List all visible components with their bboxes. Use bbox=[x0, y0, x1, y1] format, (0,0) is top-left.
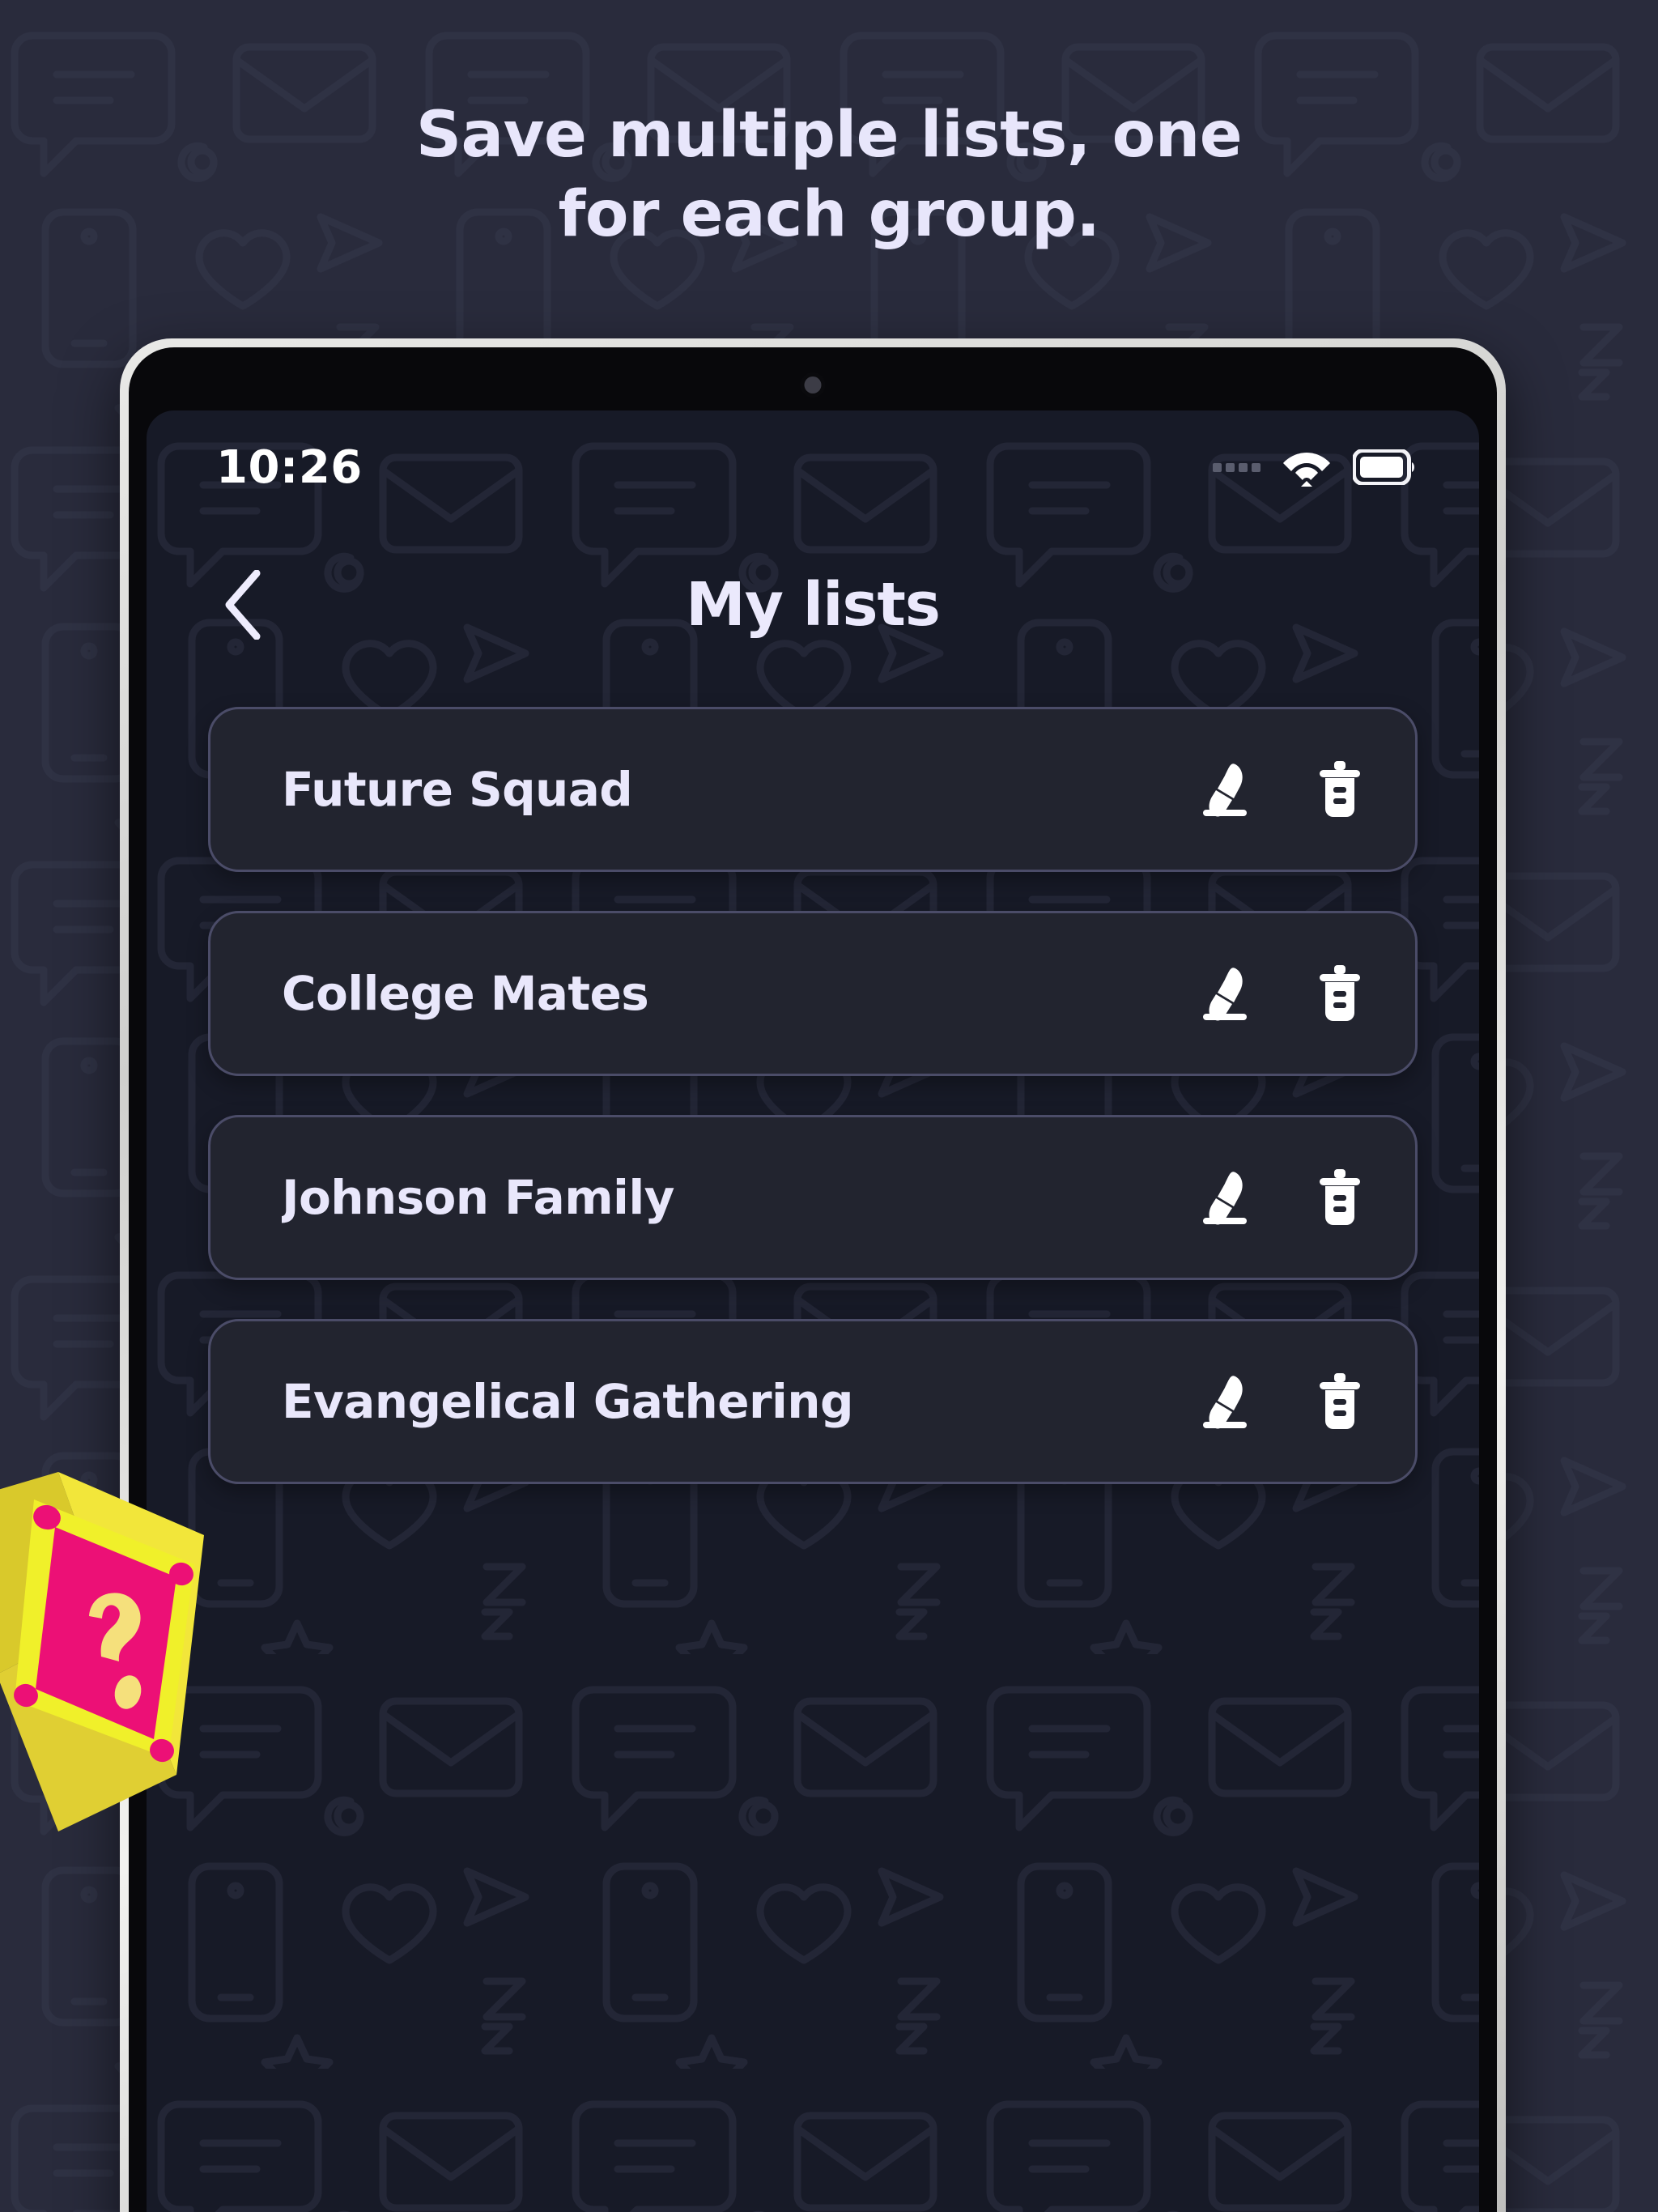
promo-headline: Save multiple lists, one for each group. bbox=[0, 96, 1658, 255]
promo-screenshot-page: Save multiple lists, one for each group.… bbox=[0, 0, 1658, 2212]
page-title: My lists bbox=[686, 570, 941, 640]
device-screen: 10:26 My lists Future Squad College Mate… bbox=[147, 410, 1479, 2212]
list-card[interactable]: Johnson Family bbox=[208, 1115, 1418, 1280]
pencil-edit-icon bbox=[1203, 968, 1247, 1021]
delete-list-button[interactable] bbox=[1310, 759, 1370, 819]
headline-line-2: for each group. bbox=[558, 178, 1100, 252]
list-card[interactable]: College Mates bbox=[208, 911, 1418, 1076]
delete-list-button[interactable] bbox=[1310, 1372, 1370, 1431]
pencil-edit-icon bbox=[1203, 764, 1247, 817]
edit-list-button[interactable] bbox=[1195, 759, 1255, 819]
list-name: Evangelical Gathering bbox=[282, 1374, 853, 1429]
list-card[interactable]: Future Squad bbox=[208, 707, 1418, 872]
card-actions bbox=[1175, 759, 1370, 819]
front-camera-icon bbox=[804, 376, 822, 393]
chevron-left-icon bbox=[225, 570, 261, 640]
edit-list-button[interactable] bbox=[1195, 963, 1255, 1023]
status-bar-time: 10:26 bbox=[216, 440, 363, 494]
edit-list-button[interactable] bbox=[1195, 1168, 1255, 1227]
edit-list-button[interactable] bbox=[1195, 1372, 1255, 1431]
card-actions bbox=[1175, 1372, 1370, 1431]
trash-delete-icon bbox=[1320, 1169, 1360, 1225]
back-button[interactable] bbox=[205, 568, 279, 642]
delete-list-button[interactable] bbox=[1310, 1168, 1370, 1227]
battery-full-icon bbox=[1353, 449, 1414, 485]
headline-line-1: Save multiple lists, one bbox=[415, 99, 1243, 172]
pencil-edit-icon bbox=[1203, 1376, 1247, 1429]
list-card[interactable]: Evangelical Gathering bbox=[208, 1319, 1418, 1484]
device-frame: 10:26 My lists Future Squad College Mate… bbox=[120, 338, 1506, 2212]
list-name: College Mates bbox=[282, 966, 649, 1021]
list-name: Future Squad bbox=[282, 762, 633, 817]
trash-delete-icon bbox=[1320, 965, 1360, 1021]
trash-delete-icon bbox=[1320, 1373, 1360, 1429]
status-bar-icons bbox=[1213, 448, 1416, 487]
delete-list-button[interactable] bbox=[1310, 963, 1370, 1023]
card-actions bbox=[1175, 1168, 1370, 1227]
list-name: Johnson Family bbox=[282, 1170, 674, 1225]
pencil-edit-icon bbox=[1203, 1172, 1247, 1225]
wifi-icon bbox=[1283, 453, 1330, 487]
status-bar: 10:26 bbox=[147, 410, 1479, 524]
signal-dots-icon bbox=[1213, 462, 1261, 472]
app-header: My lists bbox=[147, 524, 1479, 686]
device-bezel: 10:26 My lists Future Squad College Mate… bbox=[129, 347, 1497, 2212]
trash-delete-icon bbox=[1320, 761, 1360, 817]
card-actions bbox=[1175, 963, 1370, 1023]
lists-container: Future Squad College Mates Johnson Famil… bbox=[147, 686, 1479, 1484]
